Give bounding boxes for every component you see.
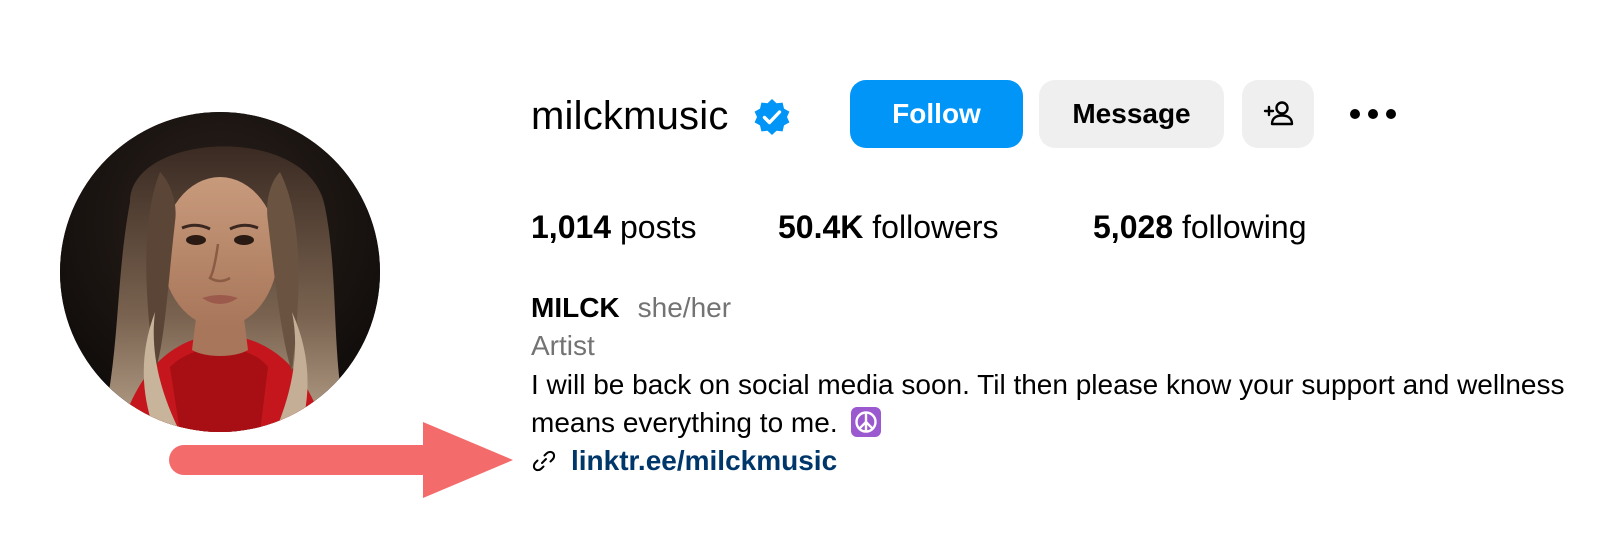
following-count-value: 5,028 [1093,209,1174,245]
bio-pronouns: she/her [637,292,732,323]
following-count-label: following [1181,209,1307,245]
peace-symbol-emoji [851,407,882,437]
profile-page: milckmusic Follow Message 1,014 posts 50… [0,0,1600,533]
bio-name-row: MILCK she/her [531,290,731,326]
followers-count-value: 50.4K [778,209,864,245]
followers-count-label: followers [872,209,999,245]
bio-text-block: I will be back on social media soon. Til… [531,366,1571,442]
more-options-icon [1349,108,1397,120]
message-button[interactable]: Message [1039,80,1224,148]
bio-full-name: MILCK [531,292,620,323]
bio-link-row[interactable]: linktr.ee/milckmusic [531,442,837,480]
suggested-accounts-button[interactable] [1242,80,1314,148]
red-arrow [168,420,513,500]
verified-badge-icon [752,97,792,137]
bio-category: Artist [531,330,595,361]
following-count[interactable]: 5,028 following [1093,207,1306,247]
link-icon [531,448,557,474]
more-options-button[interactable] [1340,88,1406,140]
followers-count[interactable]: 50.4K followers [778,207,999,247]
posts-count-label: posts [619,209,697,245]
bio-link[interactable]: linktr.ee/milckmusic [571,445,837,477]
profile-username: milckmusic [531,94,729,138]
bio-text: I will be back on social media soon. Til… [531,369,1565,438]
posts-count-value: 1,014 [531,209,612,245]
follow-button[interactable]: Follow [850,80,1023,148]
profile-avatar[interactable] [60,112,380,432]
posts-count: 1,014 posts [531,207,696,247]
person-add-icon [1261,97,1295,131]
